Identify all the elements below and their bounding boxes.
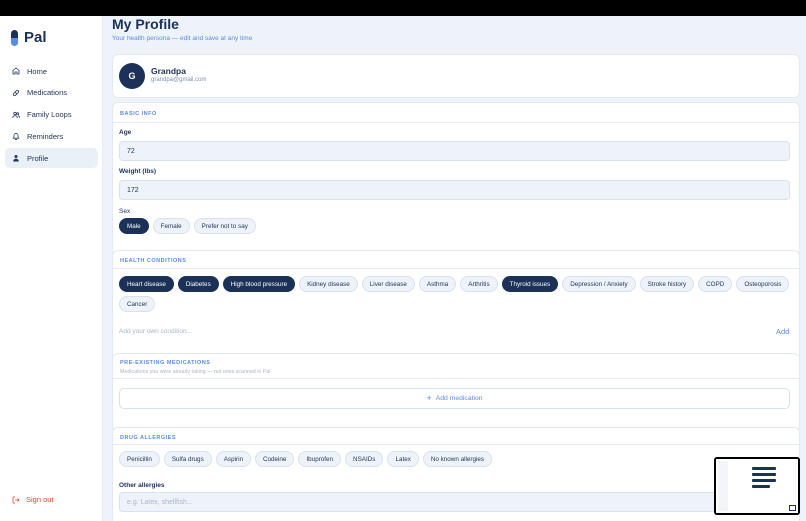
sidebar-item-family-loops[interactable]: Family Loops	[5, 105, 98, 125]
preview-sidebar	[718, 461, 728, 511]
condition-chip[interactable]: High blood pressure	[222, 276, 296, 292]
preview-bar	[752, 473, 776, 476]
main-content: My Profile Your health persona — edit an…	[103, 16, 806, 521]
allergy-chip[interactable]: NSAIDs	[345, 451, 384, 467]
condition-chip[interactable]: Asthma	[418, 276, 457, 292]
sign-out-label: Sign out	[26, 495, 54, 504]
profile-name: Grandpa	[151, 66, 186, 76]
sex-option-prefer-not-to-say[interactable]: Prefer not to say	[193, 218, 256, 234]
divider	[112, 378, 800, 379]
screen-preview-thumbnail[interactable]	[714, 457, 800, 515]
weight-input[interactable]: 172	[119, 180, 790, 200]
health-condition-options: Heart disease Diabetes High blood pressu…	[119, 276, 794, 312]
sex-label: Sex	[119, 208, 131, 215]
sidebar-nav: Home Medications Family Loops Reminders …	[5, 61, 98, 170]
condition-chip[interactable]: Arthritis	[460, 276, 498, 292]
window-top-bar	[0, 0, 806, 16]
condition-chip[interactable]: Liver disease	[361, 276, 415, 292]
sidebar-item-medications[interactable]: Medications	[5, 83, 98, 103]
page-subtitle: Your health persona — edit and save at a…	[112, 35, 253, 42]
condition-chip[interactable]: Kidney disease	[299, 276, 358, 292]
other-allergies-label: Other allergies	[119, 482, 165, 489]
section-title: HEALTH CONDITIONS	[120, 258, 187, 264]
allergy-chip[interactable]: No known allergies	[422, 451, 493, 467]
profile-header-card: G Grandpa grandpa@gmail.com	[112, 54, 800, 98]
sidebar-item-label: Medications	[27, 88, 68, 98]
home-icon	[12, 67, 20, 75]
sign-out-icon	[12, 496, 20, 503]
condition-chip[interactable]: Diabetes	[177, 276, 219, 292]
plus-icon: +	[426, 393, 432, 403]
user-icon	[13, 155, 19, 162]
condition-chip[interactable]: Osteoporosis	[736, 276, 790, 292]
add-medication-button[interactable]: + Add medication	[119, 388, 790, 409]
users-icon	[12, 111, 20, 118]
condition-chip[interactable]: Heart disease	[119, 276, 174, 292]
allergy-chip[interactable]: Codeine	[254, 451, 295, 467]
custom-condition-input[interactable]: Add your own condition...	[119, 328, 192, 335]
sidebar-item-label: Profile	[27, 153, 49, 163]
preview-bar	[752, 467, 776, 470]
preview-bar	[752, 479, 776, 482]
avatar: G	[119, 63, 145, 89]
sex-options: Male Female Prefer not to say	[119, 218, 256, 234]
allergy-chip[interactable]: Latex	[387, 451, 419, 467]
condition-chip[interactable]: Cancer	[119, 296, 156, 312]
app-name: Pal	[24, 29, 47, 46]
condition-chip[interactable]: Stroke history	[639, 276, 695, 292]
condition-chip[interactable]: Thyroid issues	[501, 276, 559, 292]
age-label: Age	[119, 129, 132, 136]
allergy-chip[interactable]: Sulfa drugs	[163, 451, 212, 467]
section-title: PRE-EXISTING MEDICATIONS	[120, 360, 211, 366]
bell-icon	[12, 133, 20, 141]
weight-label: Weight (lbs)	[119, 168, 157, 175]
sidebar-item-label: Family Loops	[27, 110, 72, 120]
divider	[112, 268, 800, 269]
preview-bar	[752, 485, 770, 488]
sidebar-item-home[interactable]: Home	[5, 61, 98, 81]
page-title: My Profile	[112, 16, 179, 32]
age-input[interactable]: 72	[119, 141, 790, 161]
sign-out-button[interactable]: Sign out	[12, 495, 54, 504]
other-allergies-input[interactable]: e.g. Latex, shellfish...	[119, 492, 790, 512]
sex-option-female[interactable]: Female	[152, 218, 190, 234]
sidebar-item-label: Reminders	[27, 131, 64, 141]
sidebar-item-reminders[interactable]: Reminders	[5, 126, 98, 146]
allergy-chip[interactable]: Penicillin	[119, 451, 160, 467]
preview-canvas	[716, 459, 798, 513]
resize-icon[interactable]	[789, 505, 796, 511]
profile-email: grandpa@gmail.com	[151, 77, 207, 83]
sex-option-male[interactable]: Male	[119, 218, 149, 234]
divider	[112, 122, 800, 123]
brand: Pal	[11, 29, 47, 46]
pill-icon	[12, 89, 20, 96]
section-subtitle: Medications you were already taking — no…	[120, 369, 271, 375]
condition-chip[interactable]: COPD	[698, 276, 733, 292]
sidebar-item-profile[interactable]: Profile	[5, 148, 98, 169]
section-title: BASIC INFO	[120, 111, 157, 117]
drug-allergy-options: Penicillin Sulfa drugs Aspirin Codeine I…	[119, 451, 493, 467]
sidebar-item-label: Home	[27, 66, 48, 76]
divider	[112, 444, 800, 445]
add-condition-button[interactable]: Add	[776, 327, 789, 336]
add-medication-label: Add medication	[435, 395, 483, 402]
condition-chip[interactable]: Depression / Anxiety	[562, 276, 636, 292]
sidebar: Pal Home Medications Family Loops Remind…	[0, 16, 103, 521]
section-title: DRUG ALLERGIES	[120, 435, 176, 441]
allergy-chip[interactable]: Aspirin	[215, 451, 251, 467]
allergy-chip[interactable]: Ibuprofen	[298, 451, 342, 467]
pill-logo-icon	[11, 29, 18, 46]
